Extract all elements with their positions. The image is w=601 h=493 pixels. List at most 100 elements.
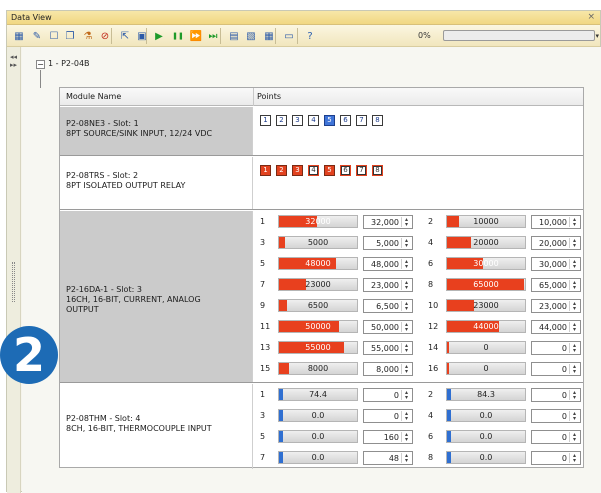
stepper-value[interactable]: 0 [562, 433, 567, 442]
stepper-value[interactable]: 160 [384, 433, 399, 442]
point-1-indicator[interactable]: 1 [260, 115, 271, 126]
channel-13-value-stepper[interactable]: 55,000 ▴ ▾ [363, 341, 413, 355]
tree-node-base[interactable]: −1 - P2-04B [36, 59, 90, 69]
stepper-arrows-icon[interactable]: ▴ ▾ [569, 343, 579, 354]
channel-12-value-stepper[interactable]: 44,000 ▴ ▾ [531, 320, 581, 334]
channel-10-value-stepper[interactable]: 23,000 ▴ ▾ [531, 299, 581, 313]
stepper-arrows-icon[interactable]: ▴ ▾ [401, 238, 411, 249]
column-header-points[interactable]: Points [257, 92, 281, 101]
channel-15-value-stepper[interactable]: 8,000 ▴ ▾ [363, 362, 413, 376]
stepper-value[interactable]: 48 [389, 454, 399, 463]
stepper-value[interactable]: 0 [394, 412, 399, 421]
channel-6-value-stepper[interactable]: 30,000 ▴ ▾ [531, 257, 581, 271]
close-icon[interactable]: × [587, 12, 595, 22]
channel-4-value-stepper[interactable]: 0 ▴ ▾ [531, 409, 581, 423]
point-7-indicator[interactable]: 7 [356, 115, 367, 126]
column-header-module-name[interactable]: Module Name [66, 92, 121, 101]
channel-4-value-stepper[interactable]: 20,000 ▴ ▾ [531, 236, 581, 250]
stepper-arrows-icon[interactable]: ▴ ▾ [401, 280, 411, 291]
grid2-icon[interactable]: ▦ [262, 29, 276, 43]
point-5-indicator[interactable]: 5 [324, 165, 335, 176]
stepper-arrows-icon[interactable]: ▴ ▾ [401, 453, 411, 464]
stepper-value[interactable]: 0 [562, 454, 567, 463]
collapse-arrows-icon[interactable]: ◂◂ ▸▸ [10, 53, 17, 69]
stepper-arrows-icon[interactable]: ▴ ▾ [569, 301, 579, 312]
stepper-value[interactable]: 6,500 [376, 302, 399, 311]
fast-forward-icon[interactable]: ⏩ [189, 29, 203, 43]
stepper-arrows-icon[interactable]: ▴ ▾ [401, 343, 411, 354]
channel-14-value-stepper[interactable]: 0 ▴ ▾ [531, 341, 581, 355]
wand-icon[interactable]: ✎ [30, 29, 44, 43]
stepper-value[interactable]: 10,000 [539, 218, 567, 227]
stepper-arrows-icon[interactable]: ▴ ▾ [569, 453, 579, 464]
point-3-indicator[interactable]: 3 [292, 115, 303, 126]
channel-1-value-stepper[interactable]: 32,000 ▴ ▾ [363, 215, 413, 229]
channel-2-value-stepper[interactable]: 10,000 ▴ ▾ [531, 215, 581, 229]
column-divider[interactable] [253, 88, 254, 106]
pause-icon[interactable]: ❚❚ [171, 29, 185, 43]
stepper-value[interactable]: 65,000 [539, 281, 567, 290]
stepper-value[interactable]: 5,000 [376, 239, 399, 248]
point-4-indicator[interactable]: 4 [308, 115, 319, 126]
point-6-indicator[interactable]: 6 [340, 115, 351, 126]
channel-8-value-stepper[interactable]: 65,000 ▴ ▾ [531, 278, 581, 292]
stepper-value[interactable]: 48,000 [371, 260, 399, 269]
point-6-indicator[interactable]: 6 [340, 165, 351, 176]
help-icon[interactable]: ? [303, 29, 317, 43]
stepper-value[interactable]: 30,000 [539, 260, 567, 269]
stepper-value[interactable]: 50,000 [371, 323, 399, 332]
monitor-icon[interactable]: ▭ [282, 29, 296, 43]
stepper-arrows-icon[interactable]: ▴ ▾ [569, 411, 579, 422]
point-5-indicator[interactable]: 5 [324, 115, 335, 126]
export-icon[interactable]: ⇱ [118, 29, 132, 43]
stepper-arrows-icon[interactable]: ▴ ▾ [569, 259, 579, 270]
stepper-value[interactable]: 23,000 [371, 281, 399, 290]
stepper-value[interactable]: 23,000 [539, 302, 567, 311]
copy-icon[interactable]: ❐ [63, 29, 77, 43]
stepper-arrows-icon[interactable]: ▴ ▾ [569, 217, 579, 228]
stepper-value[interactable]: 8,000 [376, 365, 399, 374]
channel-16-value-stepper[interactable]: 0 ▴ ▾ [531, 362, 581, 376]
point-8-indicator[interactable]: 8 [372, 165, 383, 176]
stepper-value[interactable]: 0 [562, 365, 567, 374]
point-8-indicator[interactable]: 8 [372, 115, 383, 126]
point-2-indicator[interactable]: 2 [276, 115, 287, 126]
select-icon[interactable]: ☐ [47, 29, 61, 43]
channel-7-value-stepper[interactable]: 48 ▴ ▾ [363, 451, 413, 465]
collapse-toggle-icon[interactable]: − [36, 60, 45, 69]
table-icon[interactable]: ▤ [227, 29, 241, 43]
stepper-arrows-icon[interactable]: ▴ ▾ [401, 364, 411, 375]
stepper-arrows-icon[interactable]: ▴ ▾ [569, 322, 579, 333]
grid-icon[interactable]: ▦ [12, 29, 26, 43]
stepper-arrows-icon[interactable]: ▴ ▾ [569, 280, 579, 291]
stepper-arrows-icon[interactable]: ▴ ▾ [569, 432, 579, 443]
stepper-value[interactable]: 0 [394, 391, 399, 400]
channel-3-value-stepper[interactable]: 0 ▴ ▾ [363, 409, 413, 423]
stepper-value[interactable]: 20,000 [539, 239, 567, 248]
channel-7-value-stepper[interactable]: 23,000 ▴ ▾ [363, 278, 413, 292]
stepper-arrows-icon[interactable]: ▴ ▾ [401, 390, 411, 401]
stepper-arrows-icon[interactable]: ▴ ▾ [569, 364, 579, 375]
stepper-arrows-icon[interactable]: ▴ ▾ [401, 322, 411, 333]
channel-3-value-stepper[interactable]: 5,000 ▴ ▾ [363, 236, 413, 250]
stop-icon[interactable]: ⊘ [98, 29, 112, 43]
channel-8-value-stepper[interactable]: 0 ▴ ▾ [531, 451, 581, 465]
channel-5-value-stepper[interactable]: 160 ▴ ▾ [363, 430, 413, 444]
step-icon[interactable]: ⏭ [206, 29, 220, 43]
toolbar-overflow-icon[interactable]: ▾ [595, 32, 599, 40]
stepper-value[interactable]: 0 [562, 412, 567, 421]
stepper-value[interactable]: 44,000 [539, 323, 567, 332]
stepper-value[interactable]: 32,000 [371, 218, 399, 227]
point-3-indicator[interactable]: 3 [292, 165, 303, 176]
stepper-value[interactable]: 55,000 [371, 344, 399, 353]
stepper-arrows-icon[interactable]: ▴ ▾ [569, 238, 579, 249]
stepper-arrows-icon[interactable]: ▴ ▾ [401, 301, 411, 312]
chart-icon[interactable]: ▧ [244, 29, 258, 43]
point-4-indicator[interactable]: 4 [308, 165, 319, 176]
channel-2-value-stepper[interactable]: 0 ▴ ▾ [531, 388, 581, 402]
point-7-indicator[interactable]: 7 [356, 165, 367, 176]
splitter-grip[interactable] [12, 262, 15, 302]
channel-1-value-stepper[interactable]: 0 ▴ ▾ [363, 388, 413, 402]
channel-5-value-stepper[interactable]: 48,000 ▴ ▾ [363, 257, 413, 271]
flask-icon[interactable]: ⚗ [81, 29, 95, 43]
